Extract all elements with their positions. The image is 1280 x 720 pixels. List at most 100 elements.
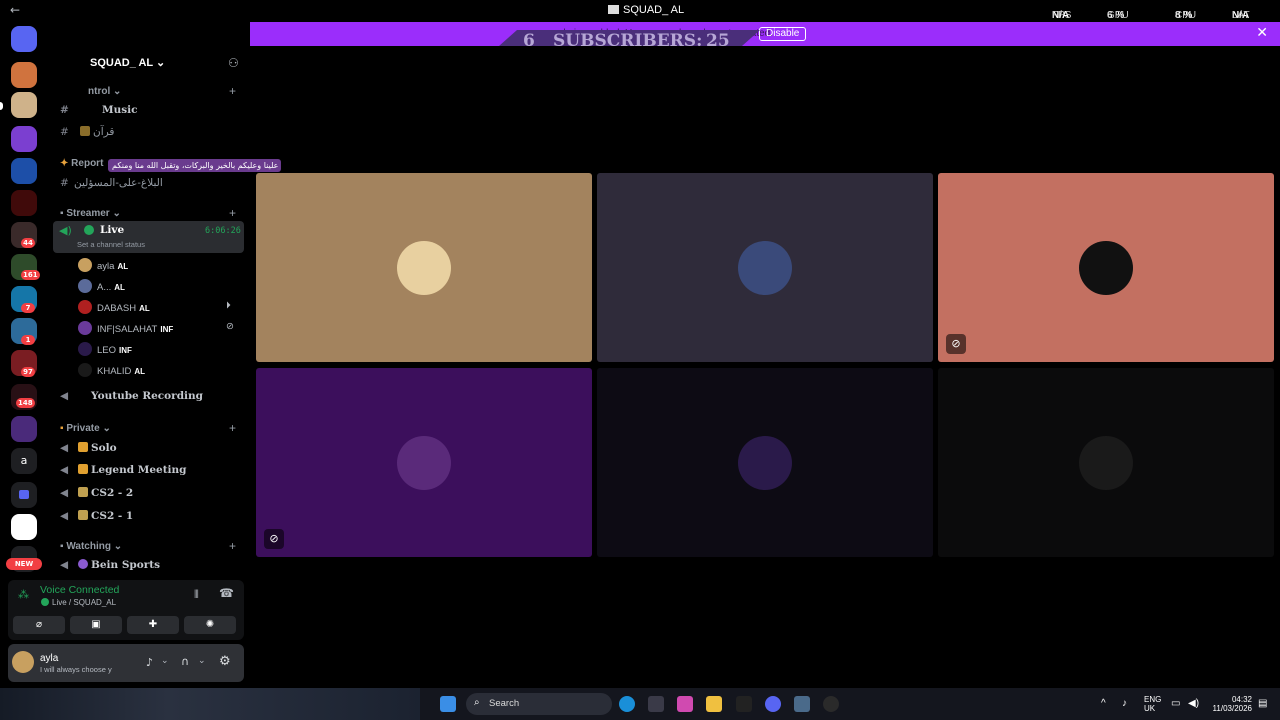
gun-icon <box>78 487 88 497</box>
category-control[interactable]: ntrol ⌄ + <box>88 84 236 98</box>
disable-button[interactable]: Disable <box>759 27 807 41</box>
server-icon[interactable] <box>11 158 37 184</box>
channel-bein-sports[interactable]: ◀ Bein Sports <box>60 559 160 571</box>
taskbar: ⌕ Search ^ ♪ ENG UK ▭ ◀) 04:32 11/03/2026 … <box>0 688 1280 720</box>
discord-home-icon[interactable] <box>11 26 37 52</box>
microphone-icon[interactable]: ♪ <box>1122 698 1127 709</box>
voice-connected-title[interactable]: Voice Connected <box>40 584 119 596</box>
participant-tile[interactable] <box>256 173 592 362</box>
category-report[interactable]: ✦ Report ⌄+ <box>60 156 236 170</box>
folder-icon[interactable] <box>11 482 37 508</box>
category-label: Streamer <box>66 208 110 219</box>
voice-user[interactable]: DABASH AL ⏵ <box>78 300 231 314</box>
channel-label: Solo <box>91 442 117 454</box>
screen-share-button[interactable]: ▣ <box>70 616 122 634</box>
notification-icon[interactable]: ▤ <box>1258 698 1267 709</box>
channel-status[interactable]: Set a channel status <box>77 240 145 249</box>
store-icon[interactable] <box>648 696 664 712</box>
text-channel-icon: # <box>60 126 69 138</box>
add-member-icon[interactable]: ⚇ <box>228 56 239 70</box>
voice-user[interactable]: INF|SALAHAT INF ⊘ <box>78 321 234 335</box>
copilot-icon[interactable] <box>677 696 693 712</box>
voice-channel-path[interactable]: Live / SQUAD_AL <box>52 598 116 607</box>
gun-icon <box>78 510 88 520</box>
disconnect-icon[interactable]: ☎ <box>219 586 234 600</box>
participant-tile[interactable] <box>597 173 933 362</box>
camera-off-button[interactable]: ⌀ <box>13 616 65 634</box>
cpu-label: CPU <box>1175 10 1197 21</box>
channel-cs2-2[interactable]: ◀ CS2 - 2 <box>60 487 133 499</box>
settings-gear-icon[interactable]: ⚙ <box>219 654 231 669</box>
participant-tile[interactable] <box>938 368 1274 557</box>
clock[interactable]: 04:32 11/03/2026 <box>1208 695 1252 713</box>
category-watching[interactable]: ▪ Watching ⌄ + <box>60 539 236 553</box>
channel-cs2-1[interactable]: ◀ CS2 - 1 <box>60 510 133 522</box>
category-private[interactable]: ▪ Private ⌄ + <box>60 421 236 435</box>
server-icon-a[interactable]: a <box>11 448 37 474</box>
activities-button[interactable]: ✚ <box>127 616 179 634</box>
server-icon[interactable] <box>11 62 37 88</box>
notification-badge: 1 <box>21 335 35 345</box>
crown-icon <box>78 464 88 474</box>
server-icon[interactable] <box>11 514 37 540</box>
headphones-icon[interactable]: ∩ <box>181 655 189 668</box>
channel-legend-meeting[interactable]: ◀ Legend Meeting <box>60 464 187 476</box>
lock-icon: ▪ <box>60 423 64 434</box>
category-streamer[interactable]: ▪ Streamer ⌄ + <box>60 206 236 220</box>
chevron-up-icon[interactable]: ^ <box>1101 698 1106 709</box>
add-channel-icon[interactable]: + <box>229 84 236 98</box>
soundboard-button[interactable]: ✺ <box>184 616 236 634</box>
microphone-icon[interactable]: ♪ <box>146 656 153 669</box>
participant-tile[interactable]: ⊘ <box>256 368 592 557</box>
server-icon[interactable] <box>11 190 37 216</box>
chevron-down-icon[interactable]: ⌄ <box>161 656 169 666</box>
add-channel-icon[interactable]: + <box>229 539 236 553</box>
noise-suppression-icon[interactable]: ⦀ <box>194 588 199 602</box>
gpu-label: GPU <box>1107 10 1129 21</box>
edge-icon[interactable] <box>619 696 635 712</box>
voice-user[interactable]: A... AL <box>78 279 125 293</box>
add-channel-icon[interactable]: + <box>229 421 236 435</box>
voice-user[interactable]: ayla AL <box>78 258 128 272</box>
close-icon[interactable]: ✕ <box>1256 25 1268 41</box>
voice-user[interactable]: KHALID AL <box>78 363 145 377</box>
epic-games-icon[interactable] <box>736 696 752 712</box>
channel-music[interactable]: # Music <box>60 104 138 116</box>
windows-start-icon[interactable] <box>440 696 456 712</box>
channel-report[interactable]: # البلاغ-على-المسؤلين <box>60 177 163 189</box>
clan-tag: AL <box>117 262 129 271</box>
back-arrow-icon[interactable]: ← <box>10 3 20 17</box>
taskbar-search[interactable]: ⌕ Search <box>466 693 612 715</box>
squad-al-server-icon[interactable] <box>11 92 37 118</box>
voice-user-name: DABASH <box>97 303 137 314</box>
add-channel-icon[interactable]: + <box>229 206 236 220</box>
discord-icon[interactable] <box>765 696 781 712</box>
settings-icon[interactable] <box>794 696 810 712</box>
network-icon[interactable]: ▭ <box>1171 698 1180 709</box>
window-title-text: SQUAD_ AL <box>623 4 685 16</box>
channel-label: قرآن <box>93 126 115 138</box>
channel-quran[interactable]: # قرآن <box>60 126 114 138</box>
chevron-down-icon[interactable]: ⌄ <box>198 656 206 666</box>
book-emoji-icon <box>80 126 90 136</box>
volume-icon[interactable]: ◀) <box>1188 698 1199 709</box>
language-indicator[interactable]: ENG UK <box>1144 695 1161 713</box>
server-icon[interactable] <box>11 126 37 152</box>
channel-youtube-recording[interactable]: ◀ Youtube Recording <box>60 390 203 402</box>
participant-tile[interactable] <box>597 368 933 557</box>
signal-icon[interactable]: ⁂ <box>18 588 29 601</box>
steam-icon[interactable] <box>823 696 839 712</box>
voice-user[interactable]: LEO INF <box>78 342 132 356</box>
file-explorer-icon[interactable] <box>706 696 722 712</box>
arabic-tooltip: أعاده الله علينا وعليكم بالخير والبركات،… <box>108 159 281 172</box>
channel-solo[interactable]: ◀ Solo <box>60 442 117 454</box>
server-name[interactable]: SQUAD_ AL ⌄ <box>90 56 165 69</box>
participant-tile[interactable]: ⊘ <box>938 173 1274 362</box>
user-name[interactable]: ayla <box>40 653 58 664</box>
server-icon[interactable] <box>11 416 37 442</box>
clan-tag: INF <box>160 325 174 334</box>
title-bar: ← SQUAD_ AL FPS N/A GPU 6 % CPU 8 % LAT … <box>0 0 1280 22</box>
avatar[interactable] <box>12 651 34 673</box>
purple-dot-icon <box>78 559 88 569</box>
channel-live[interactable]: ◀) Live Set a channel status 6:06:26 <box>53 221 244 253</box>
